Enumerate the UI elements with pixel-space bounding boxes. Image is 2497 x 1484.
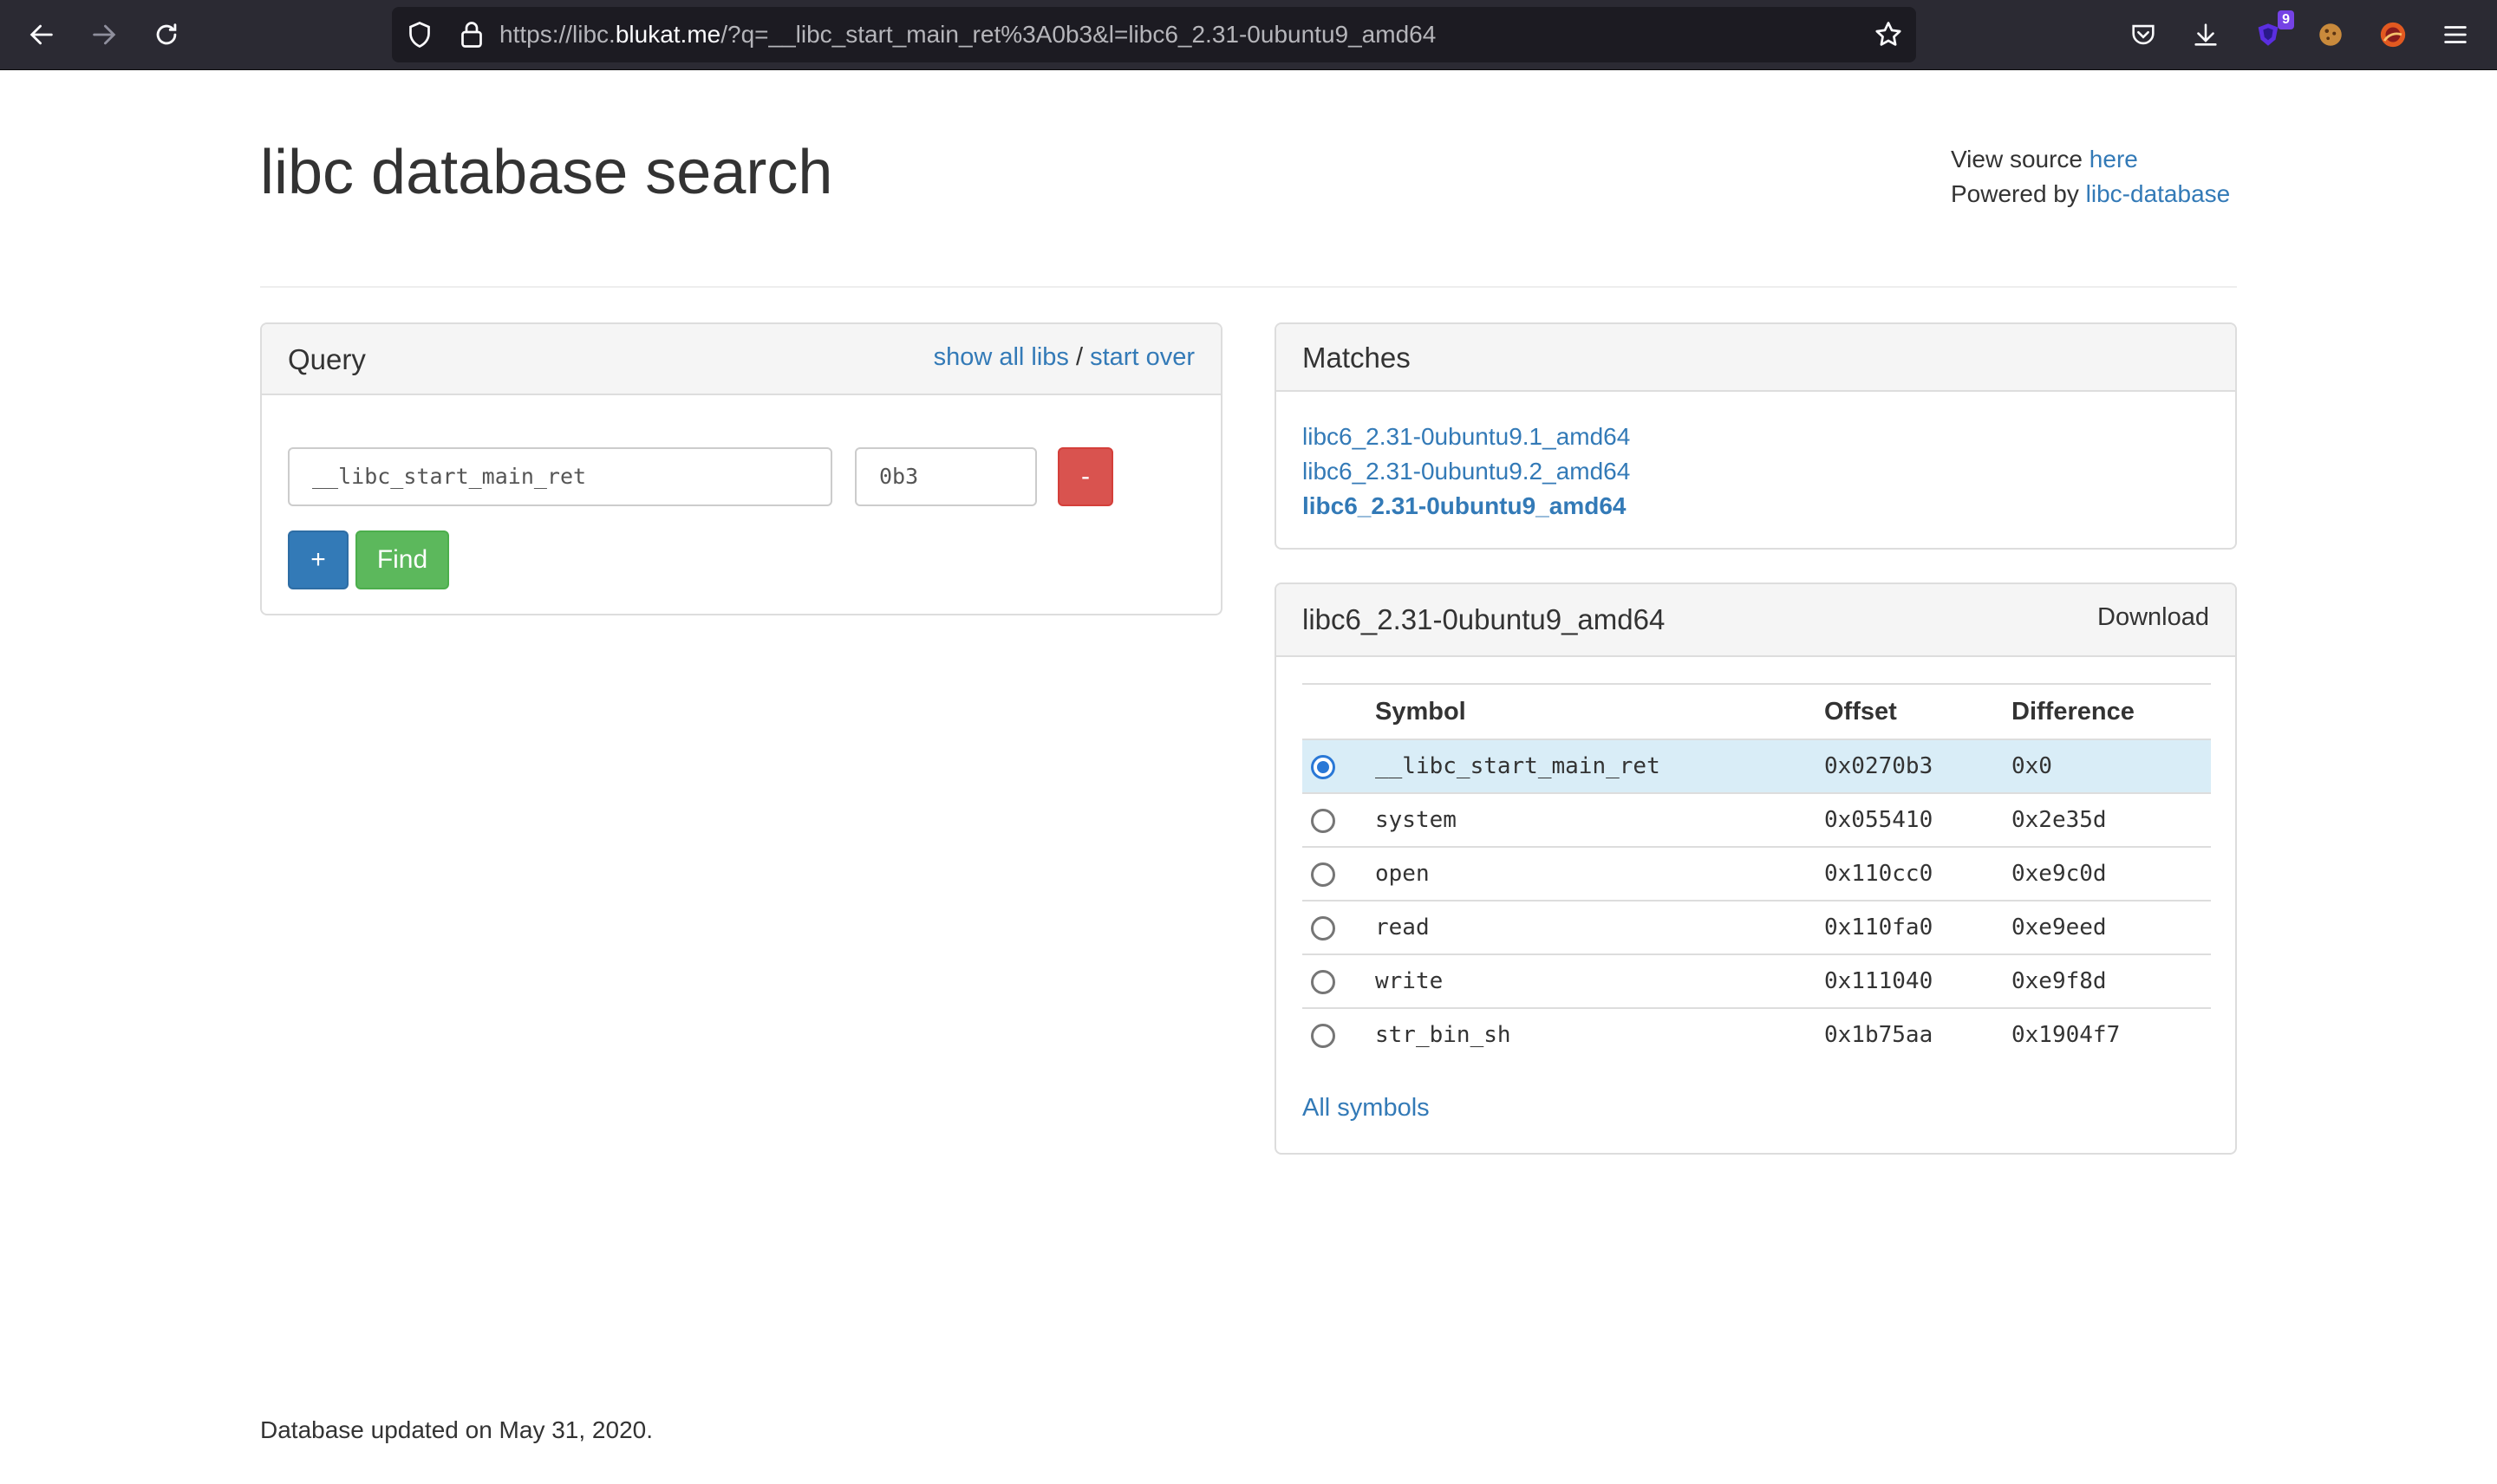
browser-toolbar: https://libc.blukat.me/?q=__libc_start_m… bbox=[0, 0, 2497, 70]
page-title: libc database search bbox=[260, 138, 833, 207]
match-item[interactable]: libc6_2.31-0ubuntu9.1_amd64 bbox=[1302, 423, 1630, 450]
url-text[interactable]: https://libc.blukat.me/?q=__libc_start_m… bbox=[499, 7, 1436, 62]
matches-panel: Matches libc6_2.31-0ubuntu9.1_amd64 libc… bbox=[1275, 322, 2237, 550]
cookie-icon[interactable] bbox=[2311, 16, 2350, 54]
extension-badge: 9 bbox=[2278, 10, 2294, 29]
row-select-cell bbox=[1302, 901, 1375, 955]
shield-icon[interactable] bbox=[404, 19, 435, 50]
forward-icon[interactable] bbox=[85, 16, 123, 54]
difference-cell: 0x0 bbox=[2011, 739, 2211, 794]
symbol-column-header: Symbol bbox=[1375, 683, 1824, 740]
difference-column-header: Difference bbox=[2011, 683, 2211, 740]
table-row[interactable]: system 0x055410 0x2e35d bbox=[1302, 793, 2211, 848]
symbol-cell: str_bin_sh bbox=[1375, 1022, 1511, 1048]
difference-cell: 0xe9eed bbox=[2011, 901, 2211, 955]
footer-text: Database updated on May 31, 2020. bbox=[260, 1416, 654, 1443]
row-select-cell bbox=[1302, 793, 1375, 848]
query-panel-heading: Query show all libs / start over bbox=[262, 324, 1221, 395]
row-radio-button[interactable] bbox=[1311, 808, 1335, 833]
view-source-text: View source bbox=[1951, 146, 2083, 172]
symbol-cell: open bbox=[1375, 847, 1824, 901]
libc-database-link[interactable]: libc-database bbox=[2086, 180, 2231, 207]
find-button[interactable]: Find bbox=[355, 530, 449, 589]
query-title: Query bbox=[288, 343, 366, 375]
row-radio-button[interactable] bbox=[1311, 1023, 1335, 1048]
remove-row-button[interactable]: - bbox=[1058, 447, 1113, 506]
url-bar[interactable]: https://libc.blukat.me/?q=__libc_start_m… bbox=[392, 7, 1916, 62]
table-row[interactable]: write 0x111040 0xe9f8d bbox=[1302, 954, 2211, 1009]
offset-cell: 0x0270b3 bbox=[1824, 739, 2011, 794]
difference-cell: 0x2e35d bbox=[2011, 793, 2211, 848]
view-source-link[interactable]: here bbox=[2090, 146, 2138, 172]
row-radio-button[interactable] bbox=[1311, 969, 1335, 994]
symbol-cell: write bbox=[1375, 954, 1824, 1009]
all-symbols-link[interactable]: All symbols bbox=[1302, 1094, 1430, 1123]
offset-cell: 0x110cc0 bbox=[1824, 847, 2011, 901]
powered-by-text: Powered by bbox=[1951, 180, 2079, 207]
offset-column-header: Offset bbox=[1824, 683, 2011, 740]
match-list: libc6_2.31-0ubuntu9.1_amd64 libc6_2.31-0… bbox=[1302, 420, 1630, 524]
avatar-icon[interactable] bbox=[2374, 16, 2412, 54]
symbol-cell: read bbox=[1375, 901, 1824, 955]
symbol-cell: system bbox=[1375, 793, 1824, 848]
query-panel: Query show all libs / start over __libc_… bbox=[260, 322, 1222, 615]
library-panel: libc6_2.31-0ubuntu9_amd64 Download Symbo… bbox=[1275, 583, 2237, 1155]
link-separator: / bbox=[1076, 343, 1084, 371]
row-select-cell bbox=[1302, 1008, 1375, 1061]
source-info: View source here Powered by libc-databas… bbox=[1951, 142, 2230, 212]
offset-cell: 0x1b75aa bbox=[1824, 1022, 1933, 1048]
header-divider bbox=[260, 286, 2237, 288]
symbol-address-input[interactable]: 0b3 bbox=[855, 447, 1037, 506]
row-radio-button[interactable] bbox=[1311, 915, 1335, 941]
extension-icon[interactable]: 9 bbox=[2249, 10, 2294, 54]
view-source-line: View source here bbox=[1951, 142, 2230, 177]
powered-by-line: Powered by libc-database bbox=[1951, 177, 2230, 212]
show-all-libs-link[interactable]: show all libs bbox=[934, 343, 1069, 371]
lock-icon[interactable] bbox=[456, 19, 487, 50]
row-select-cell bbox=[1302, 847, 1375, 901]
row-select-cell bbox=[1302, 739, 1375, 794]
difference-cell: 0xe9f8d bbox=[2011, 954, 2211, 1009]
select-column-header bbox=[1302, 683, 1375, 740]
table-row[interactable]: read 0x110fa0 0xe9eed bbox=[1302, 901, 2211, 955]
pocket-icon[interactable] bbox=[2124, 16, 2162, 54]
offset-cell: 0x111040 bbox=[1824, 954, 2011, 1009]
symbol-table: Symbol Offset Difference __libc_start_ma… bbox=[1302, 683, 2211, 1061]
row-select-cell bbox=[1302, 954, 1375, 1009]
back-icon[interactable] bbox=[23, 16, 61, 54]
row-radio-button[interactable] bbox=[1311, 862, 1335, 887]
match-item-active[interactable]: libc6_2.31-0ubuntu9_amd64 bbox=[1302, 492, 1626, 519]
download-link[interactable]: Download bbox=[2097, 603, 2209, 632]
start-over-link[interactable]: start over bbox=[1090, 343, 1195, 371]
row-radio-button[interactable] bbox=[1311, 754, 1335, 779]
symbol-cell: __libc_start_main_ret bbox=[1375, 739, 1824, 794]
add-row-button[interactable]: + bbox=[288, 530, 349, 589]
difference-cell: 0x1904f7 bbox=[2011, 1022, 2121, 1048]
table-row[interactable]: __libc_start_main_ret 0x0270b3 0x0 bbox=[1302, 739, 2211, 794]
reload-icon[interactable] bbox=[147, 16, 186, 54]
offset-cell: 0x055410 bbox=[1824, 793, 2011, 848]
offset-cell: 0x110fa0 bbox=[1824, 901, 2011, 955]
difference-cell: 0xe9c0d bbox=[2011, 847, 2211, 901]
matches-title: Matches bbox=[1302, 342, 1411, 374]
library-panel-heading: libc6_2.31-0ubuntu9_amd64 Download bbox=[1276, 584, 2235, 657]
matches-panel-heading: Matches bbox=[1276, 324, 2235, 392]
symbol-name-input[interactable]: __libc_start_main_ret bbox=[288, 447, 832, 506]
download-icon[interactable] bbox=[2187, 16, 2225, 54]
table-row[interactable]: str_bin_sh 0x1b75aa 0x1904f7 bbox=[1302, 1008, 2211, 1061]
bookmark-star-icon[interactable] bbox=[1873, 19, 1904, 50]
library-title: libc6_2.31-0ubuntu9_amd64 bbox=[1302, 603, 1666, 635]
menu-icon[interactable] bbox=[2436, 16, 2474, 54]
query-links: show all libs / start over bbox=[934, 343, 1195, 372]
table-row[interactable]: open 0x110cc0 0xe9c0d bbox=[1302, 847, 2211, 901]
table-header-row: Symbol Offset Difference bbox=[1302, 683, 2211, 740]
match-item[interactable]: libc6_2.31-0ubuntu9.2_amd64 bbox=[1302, 458, 1630, 485]
